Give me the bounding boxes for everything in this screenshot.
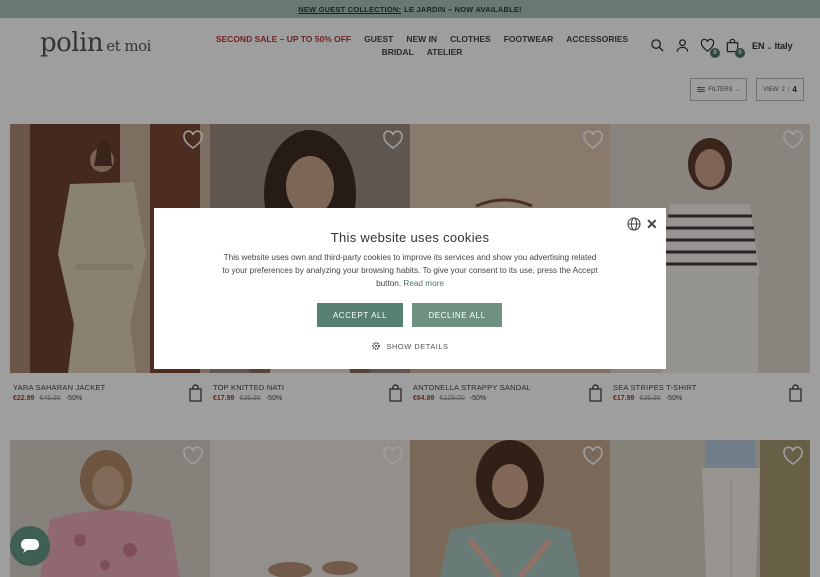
cookie-title: This website uses cookies	[330, 230, 490, 245]
show-details-label: SHOW DETAILS	[386, 341, 449, 351]
gear-icon	[372, 342, 381, 350]
decline-all-button[interactable]: DECLINE ALL	[412, 303, 502, 327]
chat-icon	[21, 539, 39, 553]
chat-button[interactable]	[10, 526, 50, 566]
accept-all-button[interactable]: ACCEPT ALL	[317, 303, 403, 327]
read-more-link[interactable]: Read more	[403, 279, 444, 288]
globe-icon[interactable]	[627, 217, 641, 231]
show-details-button[interactable]: SHOW DETAILS	[154, 341, 666, 351]
cookie-text: This website uses own and third-party co…	[220, 251, 600, 290]
cookie-dialog: ✕ This website uses cookies This website…	[154, 208, 666, 369]
